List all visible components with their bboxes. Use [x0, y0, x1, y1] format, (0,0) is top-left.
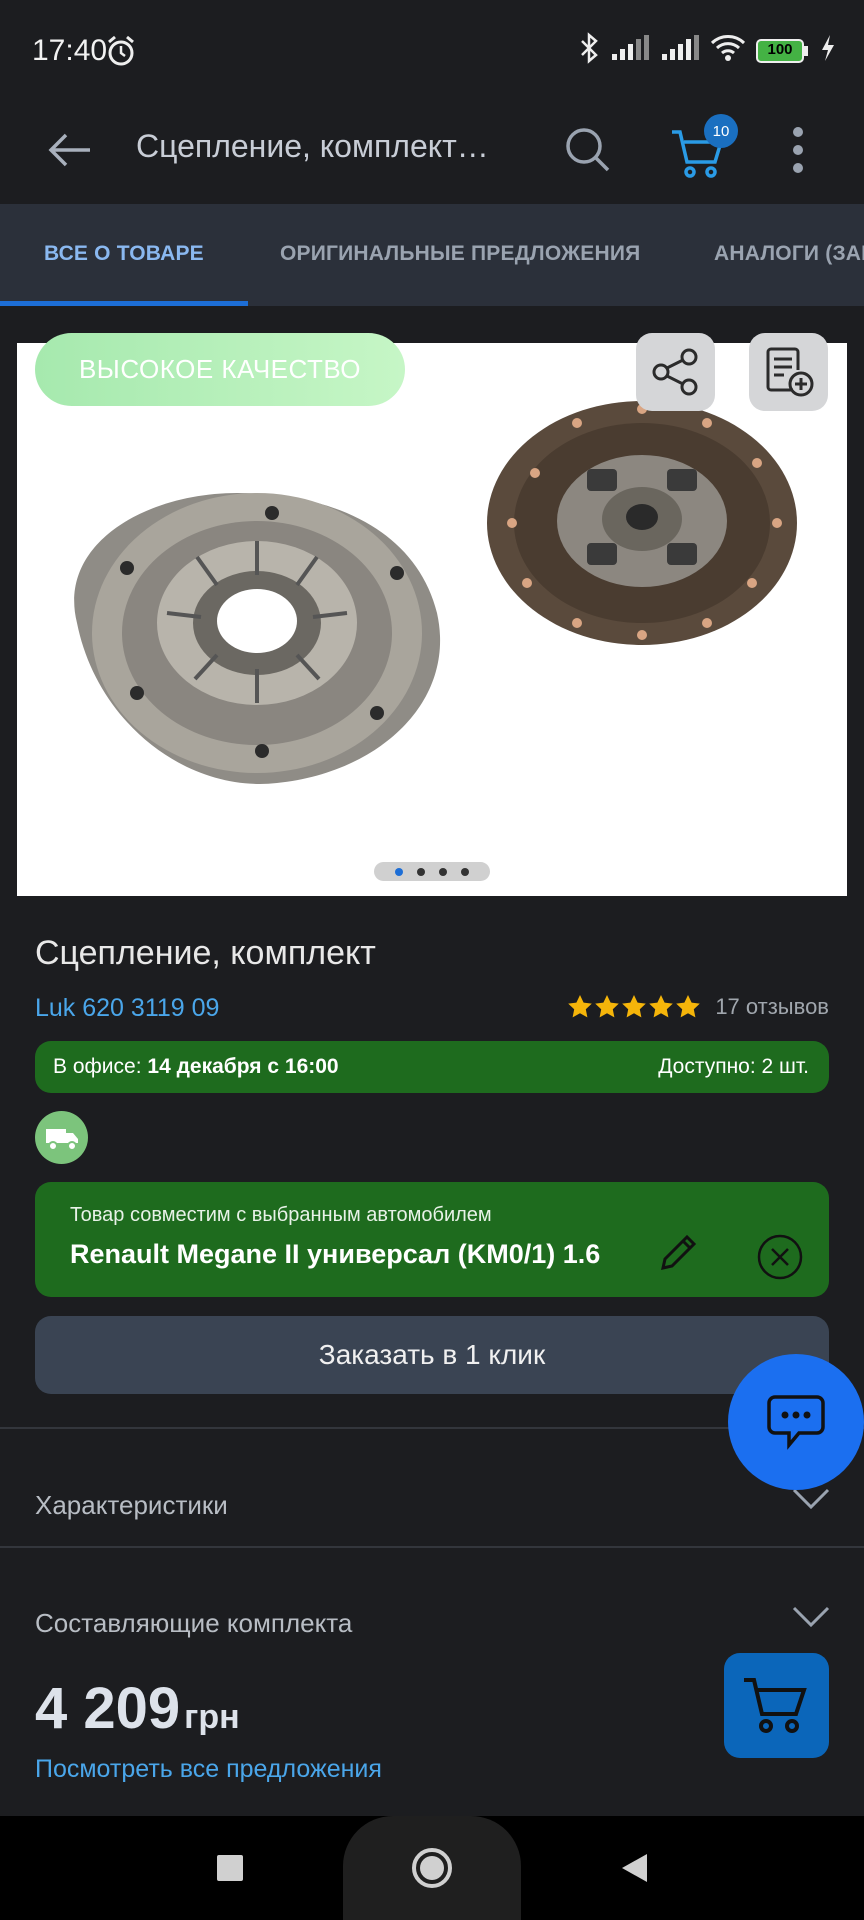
more-vert-icon: [793, 127, 803, 173]
accordion-label: Составляющие комплекта: [35, 1608, 353, 1638]
office-date: 14 декабря с 16:00: [147, 1055, 339, 1078]
pagination-dot[interactable]: [439, 867, 447, 876]
selected-vehicle: Renault Megane II универсал (KM0/1) 1.6: [70, 1239, 601, 1269]
tab-all-about-product[interactable]: ВСЕ О ТОВАРЕ: [44, 242, 204, 266]
cart-icon: [743, 1677, 807, 1733]
triangle-back-icon: [622, 1854, 647, 1882]
price: 4 209 грн: [35, 1675, 240, 1742]
square-icon: [217, 1855, 243, 1881]
price-value: 4 209: [35, 1676, 181, 1741]
signal-icon-2: [660, 34, 700, 67]
remove-vehicle-button[interactable]: [757, 1234, 803, 1280]
page-title: Сцепление, комплект…: [136, 128, 489, 164]
more-options-button[interactable]: [778, 118, 818, 182]
circle-icon: [412, 1848, 452, 1888]
status-icons: 100: [578, 32, 836, 69]
product-image: [74, 401, 797, 784]
quick-order-button[interactable]: Заказать в 1 клик: [35, 1316, 829, 1394]
wifi-icon: [710, 34, 746, 67]
rating-stars-icon: [568, 995, 701, 1018]
tab-original-offers[interactable]: ОРИГИНАЛЬНЫЕ ПРЕДЛОЖЕНИЯ: [280, 242, 640, 266]
vehicle-compatibility-card: Товар совместим с выбранным автомобилем …: [35, 1182, 829, 1297]
home-button[interactable]: [410, 1846, 454, 1890]
pagination-dot[interactable]: [461, 867, 469, 876]
accordion-label: Характеристики: [35, 1490, 228, 1520]
back-button[interactable]: [40, 120, 100, 180]
tab-indicator: [0, 301, 248, 306]
tab-bar: ВСЕ О ТОВАРЕ ОРИГИНАЛЬНЫЕ ПРЕДЛОЖЕНИЯ АН…: [0, 204, 864, 306]
delivery-truck-icon: [35, 1111, 88, 1164]
pencil-icon: [661, 1234, 697, 1270]
tab-analogs[interactable]: АНАЛОГИ (ЗАМ: [714, 242, 864, 266]
availability-banner: В офисе: 14 декабря с 16:00 Доступно: 2 …: [35, 1041, 829, 1093]
share-button[interactable]: [636, 333, 715, 411]
office-availability: В офисе: 14 декабря с 16:00: [53, 1055, 339, 1079]
edit-vehicle-button[interactable]: [655, 1230, 701, 1276]
app-bar: Сцепление, комплект… 10: [0, 100, 864, 204]
back-nav-button[interactable]: [612, 1846, 656, 1890]
accordion-characteristics[interactable]: Характеристики: [0, 1452, 864, 1552]
cart-count-badge: 10: [704, 114, 738, 148]
reviews-count: 17 отзывов: [715, 994, 829, 1019]
close-circle-icon: [757, 1234, 803, 1280]
product-title: Сцепление, комплект: [35, 934, 376, 972]
product-image-gallery[interactable]: [17, 343, 847, 896]
status-time: 17:40: [32, 34, 108, 67]
available-quantity: Доступно: 2 шт.: [658, 1055, 809, 1078]
charging-icon: [820, 34, 836, 67]
add-to-cart-button[interactable]: [724, 1653, 829, 1758]
chat-button[interactable]: [728, 1354, 864, 1490]
signal-icon: [610, 34, 650, 67]
compatibility-note: Товар совместим с выбранным автомобилем: [70, 1204, 492, 1226]
price-currency: грн: [184, 1698, 240, 1736]
office-label: В офисе:: [53, 1055, 142, 1078]
product-rating[interactable]: 17 отзывов: [567, 994, 829, 1020]
arrow-left-icon: [48, 133, 90, 167]
status-bar: 17:40 100: [0, 0, 864, 100]
add-to-list-button[interactable]: [749, 333, 828, 411]
quality-badge: ВЫСОКОЕ КАЧЕСТВО: [35, 333, 405, 406]
chevron-down-icon: [792, 1488, 830, 1515]
pagination-dot[interactable]: [395, 867, 403, 876]
battery-level: 100: [767, 40, 793, 58]
gallery-pagination: [374, 862, 490, 881]
battery-icon: 100: [756, 38, 810, 64]
system-nav-bar: [0, 1816, 864, 1920]
divider: [0, 1546, 864, 1548]
search-button[interactable]: [556, 118, 620, 182]
share-icon: [652, 348, 697, 396]
pagination-dot[interactable]: [417, 867, 425, 876]
alarm-icon: [104, 34, 138, 73]
bluetooth-icon: [578, 32, 600, 69]
chat-icon: [767, 1395, 825, 1450]
product-article-link[interactable]: Luk 620 3119 09: [35, 994, 219, 1023]
all-offers-link[interactable]: Посмотреть все предложения: [35, 1755, 382, 1784]
add-to-list-icon: [766, 347, 813, 397]
cart-button[interactable]: 10: [664, 114, 738, 186]
chevron-down-icon: [792, 1606, 830, 1633]
recents-button[interactable]: [208, 1846, 252, 1890]
search-icon: [566, 128, 610, 172]
